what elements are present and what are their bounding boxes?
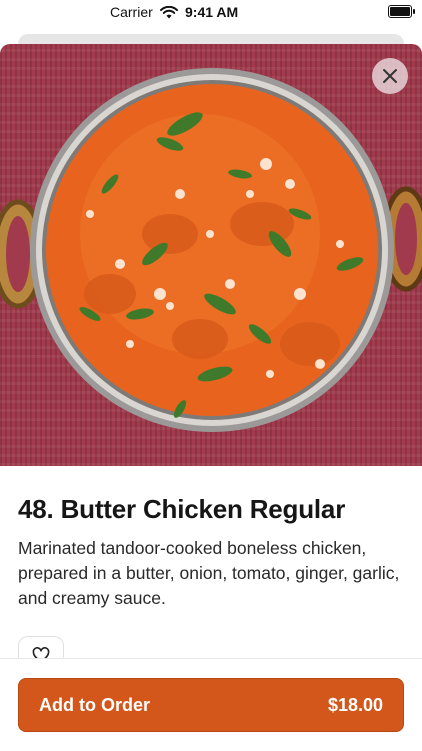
wifi-icon: [160, 6, 178, 19]
clock: 9:41 AM: [185, 4, 239, 20]
butter-chicken-illustration: [0, 68, 422, 432]
item-title: 48. Butter Chicken Regular: [18, 494, 346, 524]
add-to-order-label: Add to Order: [39, 694, 150, 715]
close-button[interactable]: [372, 58, 408, 94]
status-bar: Carrier 9:41 AM: [0, 0, 422, 26]
carrier-label: Carrier: [110, 4, 153, 20]
close-icon: [383, 69, 397, 83]
battery-icon: [388, 5, 415, 18]
item-description: Marinated tandoor-cooked boneless chicke…: [18, 538, 400, 608]
price-label: $18.00: [327, 694, 383, 715]
add-to-order-button[interactable]: Add to Order $18.00: [18, 678, 404, 732]
dish-photo: [0, 44, 422, 466]
